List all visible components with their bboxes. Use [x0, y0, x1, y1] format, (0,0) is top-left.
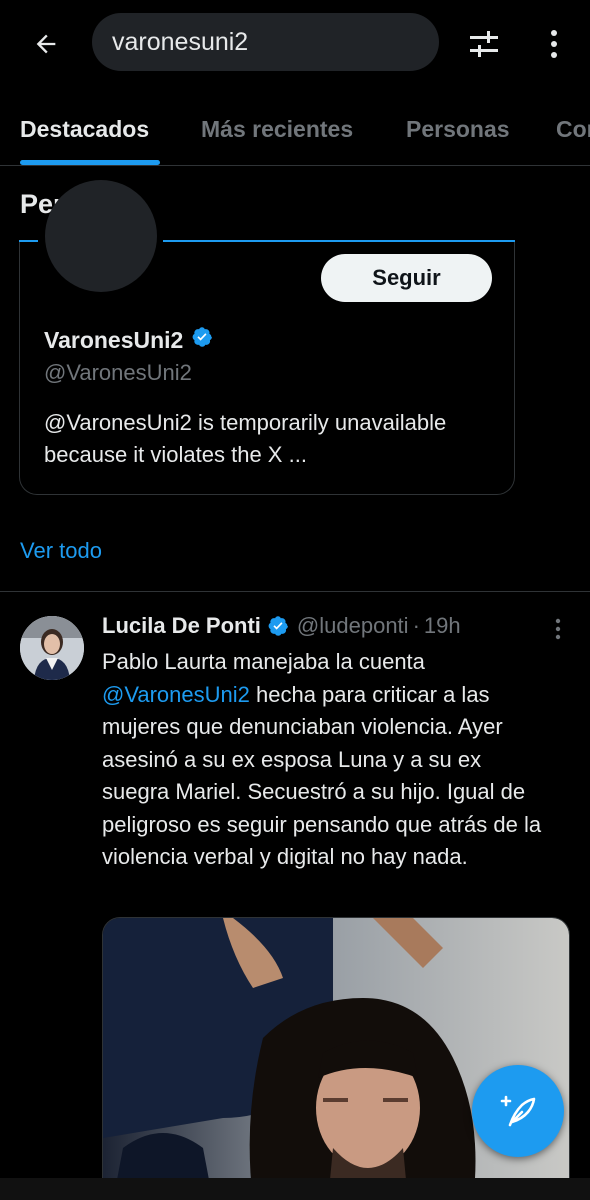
tab-mas-recientes[interactable]: Más recientes — [201, 116, 353, 143]
tweet-header: Lucila De Ponti @ludeponti · 19h — [102, 613, 461, 639]
avatar[interactable] — [20, 616, 84, 680]
user-card-name: VaronesUni2 — [44, 326, 213, 354]
tab-con[interactable]: Con — [556, 116, 590, 143]
avatar[interactable] — [45, 180, 157, 292]
more-vertical-icon[interactable] — [532, 22, 576, 66]
see-all-link[interactable]: Ver todo — [20, 538, 102, 564]
search-input[interactable]: varonesuni2 — [92, 13, 439, 71]
tab-destacados[interactable]: Destacados — [20, 116, 149, 143]
tweet-text-part: hecha para criticar a las mujeres que de… — [102, 681, 542, 870]
tweet-image[interactable] — [102, 917, 570, 1200]
search-query: varonesuni2 — [112, 27, 249, 56]
back-arrow-icon[interactable] — [24, 22, 68, 66]
compose-button[interactable] — [472, 1065, 564, 1157]
follow-button[interactable]: Seguir — [321, 254, 492, 302]
active-tab-indicator — [20, 160, 160, 165]
verified-badge-icon — [191, 326, 213, 354]
user-name: VaronesUni2 — [44, 326, 184, 353]
sliders-icon[interactable] — [462, 22, 506, 66]
search-tabs: Destacados Más recientes Personas Con — [0, 90, 590, 166]
bottom-navigation-edge — [0, 1178, 590, 1200]
tab-personas[interactable]: Personas — [406, 116, 510, 143]
top-bar: varonesuni2 — [0, 0, 590, 90]
card-accent-line — [19, 240, 38, 242]
user-handle: @VaronesUni2 — [44, 360, 192, 385]
separator-dot: · — [412, 613, 420, 638]
more-vertical-icon[interactable] — [546, 616, 570, 642]
user-bio: @VaronesUni2 is temporarily unavailable … — [44, 410, 447, 467]
tweet-author-handle[interactable]: @ludeponti — [297, 613, 409, 639]
tweet-mention-link[interactable]: @VaronesUni2 — [102, 682, 250, 707]
verified-badge-icon — [267, 615, 289, 637]
tweet-text-part: Pablo Laurta manejaba la cuenta — [102, 649, 425, 674]
tweet-author-name[interactable]: Lucila De Ponti — [102, 613, 261, 639]
tweet-timestamp[interactable]: 19h — [424, 613, 461, 639]
divider — [0, 591, 590, 592]
tweet-text: Pablo Laurta manejaba la cuenta @Varones… — [102, 646, 552, 874]
compose-feather-icon — [500, 1095, 536, 1127]
card-accent-line — [163, 240, 515, 242]
